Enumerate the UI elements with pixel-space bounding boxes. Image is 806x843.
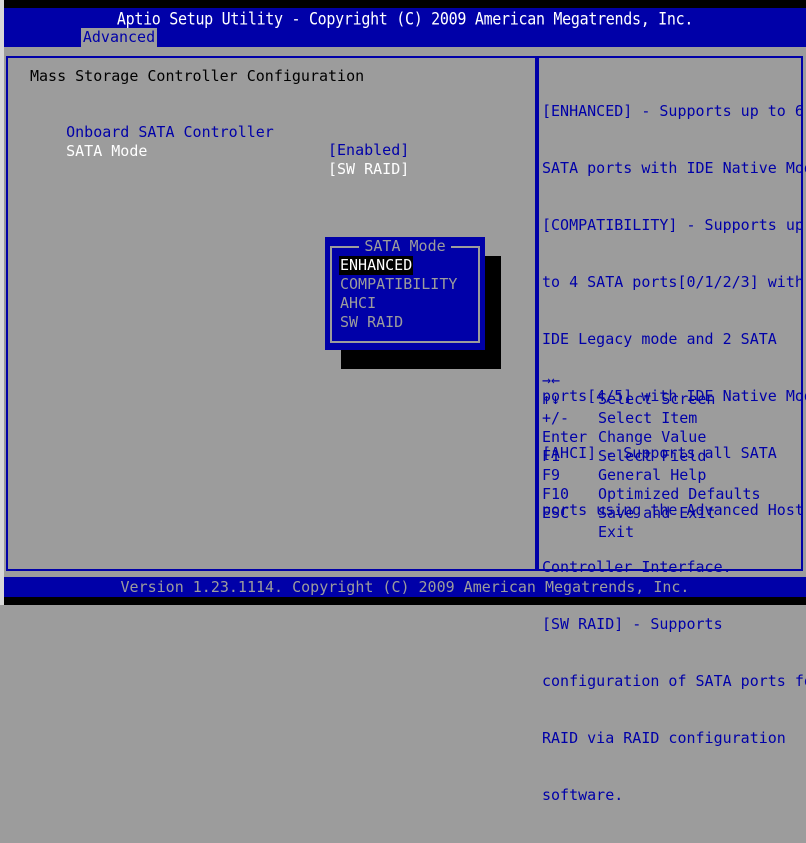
key-description: General Help <box>598 466 707 484</box>
top-border <box>4 0 806 8</box>
help-line: SATA ports with IDE Native Mode. <box>542 159 806 177</box>
app-title: Aptio Setup Utility - Copyright (C) 2009… <box>116 9 694 29</box>
key-row-select-field: Enter Select Field <box>542 409 706 465</box>
setting-sata-mode[interactable]: SATA Mode [SW RAID] <box>30 124 409 196</box>
key-description: Select Item <box>598 409 698 427</box>
setting-value[interactable]: [SW RAID] <box>328 160 409 178</box>
key-row-optimized-defaults: F9 Optimized Defaults <box>542 447 761 503</box>
tab-advanced[interactable]: Advanced <box>81 28 157 47</box>
help-panel: [ENHANCED] - Supports up to 6 SATA ports… <box>535 56 806 804</box>
help-line: software. <box>542 786 624 804</box>
help-line: [COMPATIBILITY] - Supports up <box>542 216 804 234</box>
key-row-select-item: ↑↓ Select Item <box>542 371 697 427</box>
key-legend: →← Select Screen ↑↓ Select Item +/- Chan… <box>542 352 761 541</box>
key-description: Optimized Defaults <box>598 485 761 503</box>
version-text: Version 1.23.1114. Copyright (C) 2009 Am… <box>120 578 690 596</box>
popup-option-ahci[interactable]: AHCI <box>340 294 376 313</box>
help-line: to 4 SATA ports[0/1/2/3] with <box>542 273 804 291</box>
setting-label: SATA Mode <box>66 142 148 160</box>
key-description: Save and Exit <box>598 504 716 522</box>
key-row-select-screen: →← Select Screen <box>542 352 715 408</box>
help-line: configuration of SATA ports for <box>542 672 806 690</box>
help-line: [SW RAID] - Supports <box>542 615 723 633</box>
key-description: Exit <box>598 523 635 541</box>
key-row-save-exit: F10 Save and Exit <box>542 466 715 522</box>
popup-option-sw-raid[interactable]: SW RAID <box>340 313 403 332</box>
help-line: RAID via RAID configuration <box>542 729 786 747</box>
setting-value[interactable]: [Enabled] <box>328 141 409 159</box>
key-row-general-help: F1 General Help <box>542 428 706 484</box>
popup-option-enhanced[interactable]: ENHANCED <box>339 256 414 275</box>
section-title: Mass Storage Controller Configuration <box>30 67 365 85</box>
help-line: Controller Interface. <box>542 558 732 576</box>
sata-mode-popup: SATA Mode ENHANCED COMPATIBILITY AHCI SW… <box>325 237 485 350</box>
footer-bar: Version 1.23.1114. Copyright (C) 2009 Am… <box>4 577 806 597</box>
key-description: Select Screen <box>598 390 716 408</box>
key-description: Change Value <box>598 428 707 446</box>
key-row-exit: ESC Exit <box>542 485 634 541</box>
bottom-border <box>4 597 806 605</box>
key-description: Select Field <box>598 447 707 465</box>
title-bar: Aptio Setup Utility - Copyright (C) 2009… <box>4 8 806 47</box>
key-label: ESC <box>542 504 570 522</box>
popup-option-compatibility[interactable]: COMPATIBILITY <box>340 275 457 294</box>
help-line: [ENHANCED] - Supports up to 6 <box>542 102 804 120</box>
key-row-change-value: +/- Change Value <box>542 390 706 446</box>
popup-title: SATA Mode <box>325 237 485 255</box>
help-line: IDE Legacy mode and 2 SATA <box>542 330 777 348</box>
